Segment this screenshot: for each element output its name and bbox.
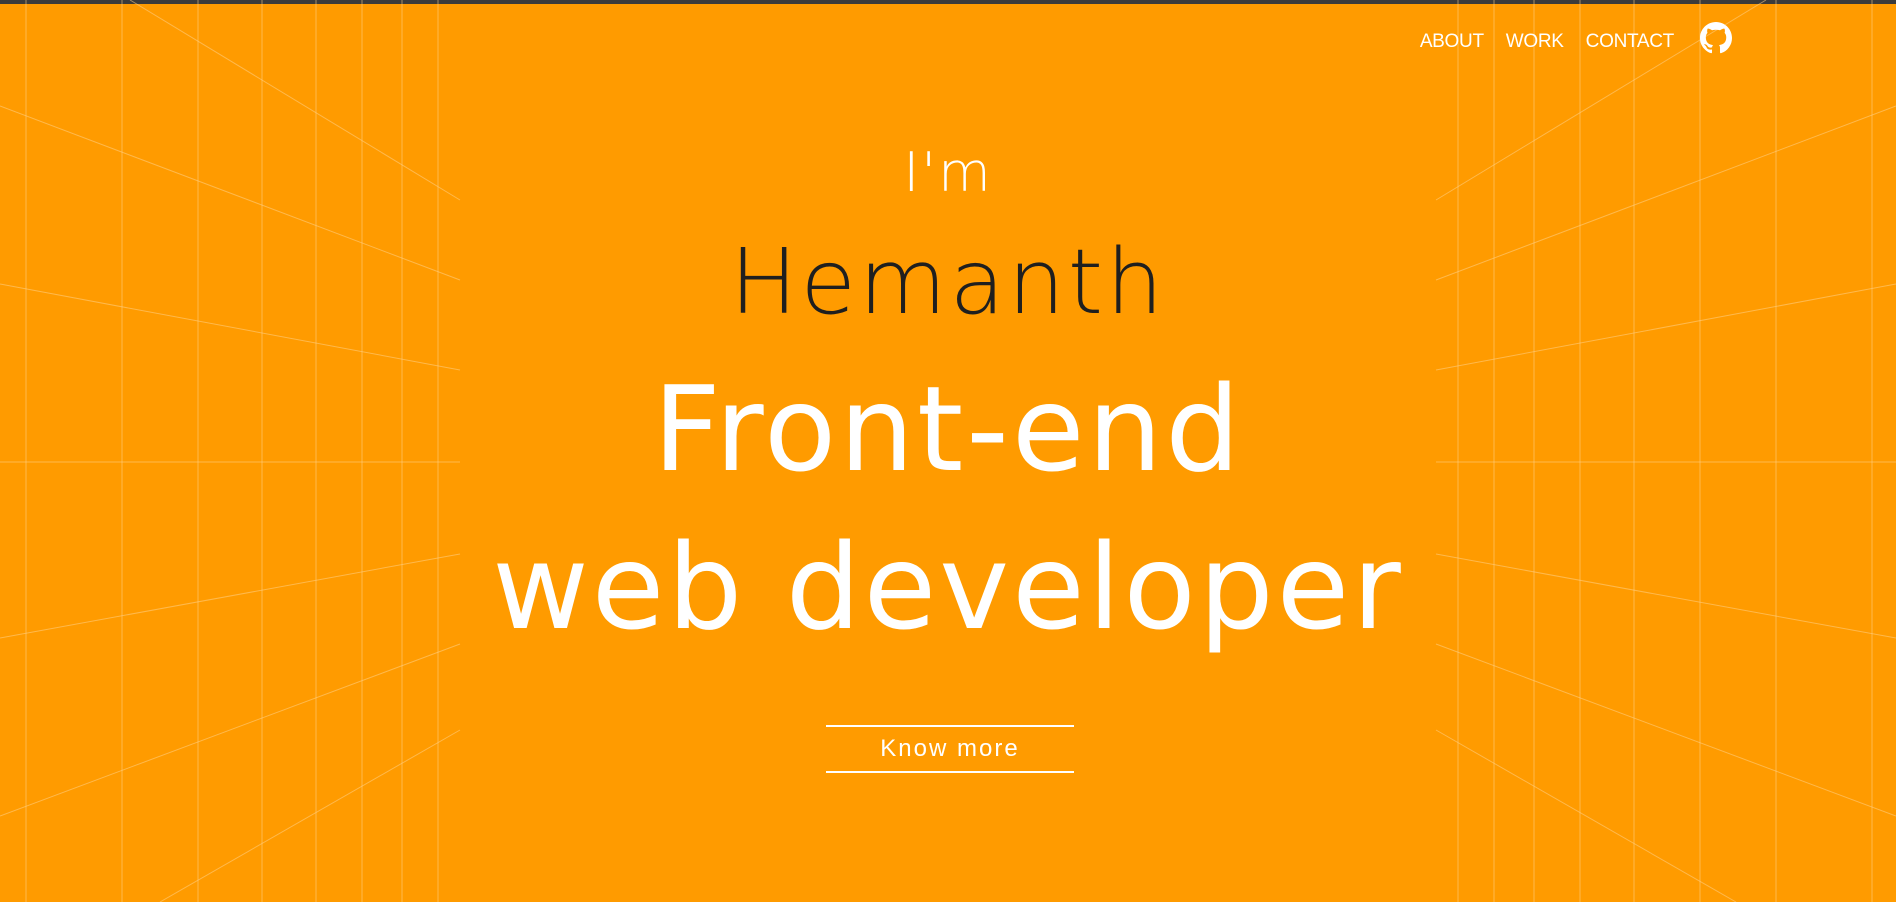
hero-role-line-2: web developer xyxy=(492,518,1404,656)
nav-about-link[interactable]: ABOUT xyxy=(1420,31,1484,53)
know-more-button[interactable]: Know more xyxy=(826,725,1074,773)
github-icon[interactable] xyxy=(1700,22,1732,54)
hero-intro: I'm xyxy=(903,141,993,204)
page: ABOUT WORK CONTACT I'm Hemanth Front-end… xyxy=(0,0,1896,902)
hero-name: Hemanth xyxy=(729,230,1167,335)
nav-work-link[interactable]: WORK xyxy=(1506,31,1564,53)
main-nav: ABOUT WORK CONTACT xyxy=(1420,22,1732,58)
nav-contact-link[interactable]: CONTACT xyxy=(1586,31,1675,53)
hero-role-line-1: Front-end xyxy=(652,360,1244,498)
